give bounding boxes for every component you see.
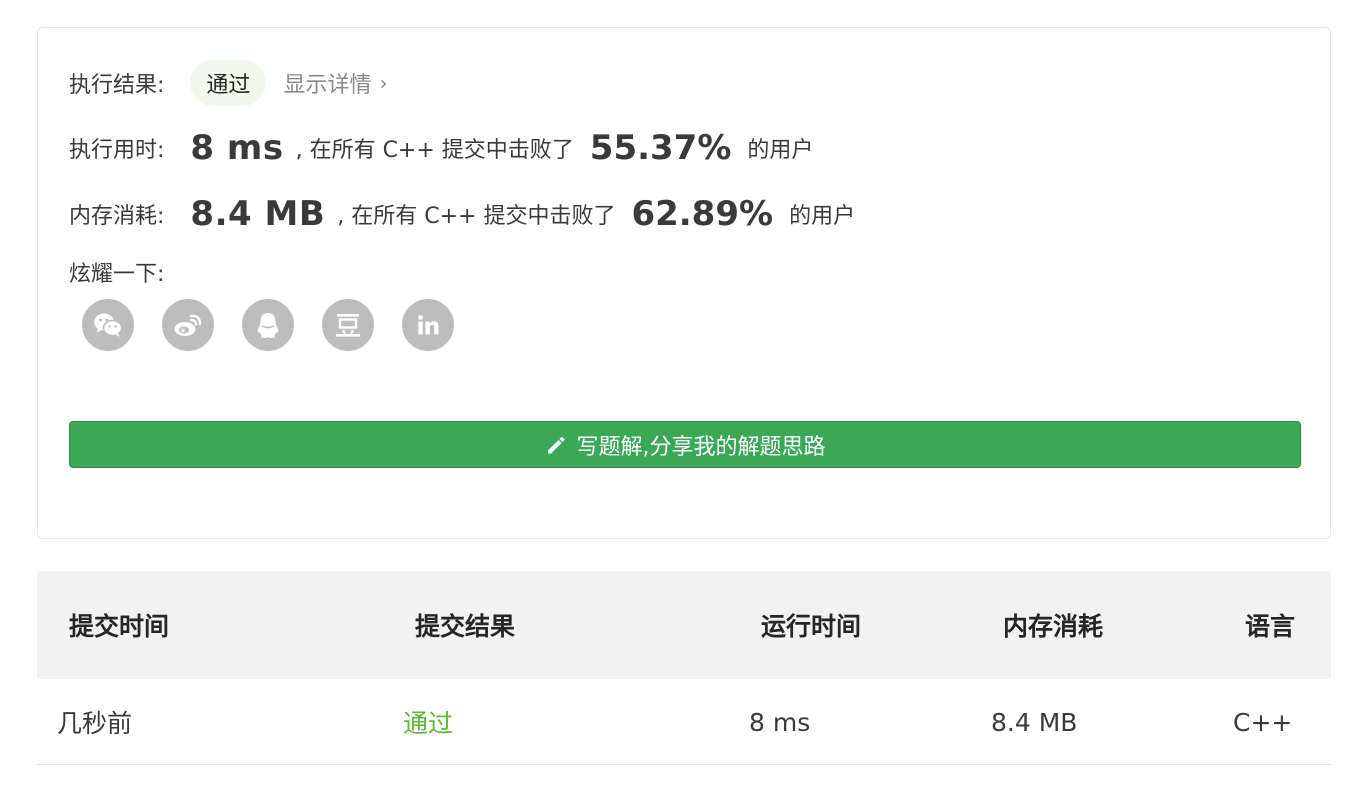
runtime-percent: 55.37%	[589, 128, 732, 168]
memory-tail-text: 的用户	[789, 204, 856, 229]
weibo-icon	[174, 314, 202, 336]
runtime-value: 8 ms	[190, 128, 284, 168]
weibo-share-button[interactable]	[162, 299, 214, 351]
header-submit-time[interactable]: 提交时间	[69, 571, 169, 679]
result-row: 执行结果: 通过 显示详情 ›	[69, 59, 387, 107]
show-details-link[interactable]: 显示详情 ›	[283, 67, 387, 99]
header-submit-result[interactable]: 提交结果	[415, 571, 515, 679]
write-solution-label: 写题解,分享我的解题思路	[576, 434, 826, 460]
cell-language: C++	[1233, 707, 1293, 737]
write-solution-button[interactable]: 写题解,分享我的解题思路	[69, 421, 1301, 468]
memory-value: 8.4 MB	[190, 194, 326, 234]
linkedin-icon	[418, 315, 439, 335]
chevron-right-icon: ›	[379, 71, 388, 95]
show-details-label: 显示详情	[283, 73, 372, 98]
runtime-middle-text: , 在所有 C++ 提交中击败了	[295, 138, 574, 163]
runtime-row: 执行用时: 8 ms , 在所有 C++ 提交中击败了 55.37% 的用户	[69, 124, 813, 172]
share-buttons	[82, 299, 454, 351]
submission-result-card: 执行结果: 通过 显示详情 › 执行用时: 8 ms , 在所有 C++ 提交中…	[37, 27, 1331, 539]
memory-row: 内存消耗: 8.4 MB , 在所有 C++ 提交中击败了 62.89% 的用户	[69, 190, 855, 238]
cell-submit-time: 几秒前	[57, 709, 133, 738]
memory-middle-text: , 在所有 C++ 提交中击败了	[337, 204, 616, 229]
douban-icon	[336, 314, 360, 337]
share-label: 炫耀一下:	[69, 262, 165, 287]
table-row: 几秒前 通过 8 ms 8.4 MB C++	[37, 679, 1331, 765]
status-badge: 通过	[190, 60, 267, 106]
runtime-label: 执行用时:	[69, 138, 165, 163]
cell-submit-result[interactable]: 通过	[403, 679, 453, 765]
cell-memory: 8.4 MB	[991, 707, 1078, 737]
douban-share-button[interactable]	[322, 299, 374, 351]
result-label: 执行结果:	[69, 73, 165, 98]
qq-icon	[257, 313, 279, 338]
linkedin-share-button[interactable]	[402, 299, 454, 351]
header-memory[interactable]: 内存消耗	[1003, 571, 1103, 679]
header-language[interactable]: 语言	[1245, 571, 1295, 679]
memory-label: 内存消耗:	[69, 204, 165, 229]
wechat-icon	[94, 313, 123, 337]
submission-table-header: 提交时间 提交结果 运行时间 内存消耗 语言	[37, 571, 1331, 679]
cell-runtime: 8 ms	[749, 707, 811, 737]
header-runtime[interactable]: 运行时间	[761, 571, 861, 679]
wechat-share-button[interactable]	[82, 299, 134, 351]
share-row: 炫耀一下:	[69, 256, 164, 288]
pencil-icon	[545, 434, 567, 456]
qq-share-button[interactable]	[242, 299, 294, 351]
runtime-tail-text: 的用户	[747, 138, 814, 163]
memory-percent: 62.89%	[631, 194, 774, 234]
